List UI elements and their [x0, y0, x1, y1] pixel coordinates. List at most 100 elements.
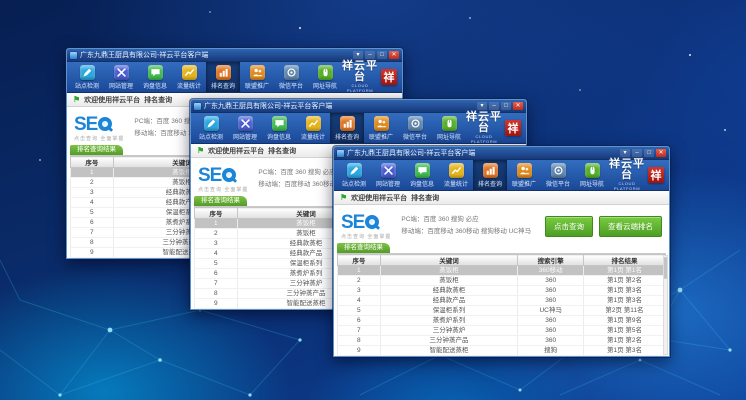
toolbar-item-site-check[interactable]: 站点检测 — [194, 113, 228, 143]
scrollbar-thumb[interactable] — [664, 257, 667, 279]
skin-button[interactable]: ▾ — [477, 102, 487, 110]
seo-logo: SE 点击查询 全面掌握 — [341, 213, 391, 240]
site-check-icon — [204, 116, 219, 131]
maximize-button[interactable]: □ — [644, 149, 654, 157]
table-row[interactable]: 8三分钟蒸产品360第1页 第2名 — [338, 336, 666, 346]
toolbar-item-site-manage[interactable]: 网站管理 — [371, 160, 405, 190]
toolbar-item-alliance-promo[interactable]: 联盟推广 — [240, 62, 274, 92]
brand-name: 祥云平台 — [342, 61, 378, 83]
toolbar-item-site-check[interactable]: 站点检测 — [337, 160, 371, 190]
cell-no: 4 — [71, 198, 114, 208]
site-manage-icon — [381, 163, 396, 178]
toolbar-item-label: 网站管理 — [376, 179, 400, 188]
maximize-button[interactable]: □ — [377, 51, 387, 59]
cell-no: 9 — [195, 299, 238, 309]
toolbar-item-label: 排名查询 — [478, 179, 502, 188]
toolbar-item-label: 联盟推广 — [512, 179, 536, 188]
cell-keyword: 保温柜系列 — [380, 306, 518, 316]
toolbar-item-traffic-stats[interactable]: 流量统计 — [439, 160, 473, 190]
toolbar-item-site-check[interactable]: 站点检测 — [70, 62, 104, 92]
minimize-button[interactable]: – — [632, 149, 642, 157]
breadcrumb-page: 排名查询 — [144, 95, 172, 105]
toolbar-item-label: 流量统计 — [177, 81, 201, 90]
brand-subtitle: CLOUD PLATFORM — [342, 83, 378, 93]
toolbar-item-traffic-stats[interactable]: 流量统计 — [296, 113, 330, 143]
seo-tagline: 点击查询 全面掌握 — [198, 186, 248, 193]
table-row[interactable]: 2蒸饭柜360第1页 第2名 — [338, 276, 666, 286]
breadcrumb-welcome: 欢迎使用祥云平台 — [351, 193, 407, 203]
toolbar-item-inquiry-info[interactable]: 询盘信息 — [262, 113, 296, 143]
toolbar-item-site-nav[interactable]: 网址导航 — [308, 62, 342, 92]
query-button[interactable]: 点击查询 — [545, 216, 593, 237]
close-button[interactable]: ✕ — [656, 149, 666, 157]
cell-keyword: 智能配送蒸柜 — [380, 346, 518, 356]
toolbar-items: 站点检测网站管理 询盘信息流量统计排名查询 联盟推广 微信平台网址导航 — [337, 160, 609, 190]
toolbar-item-wechat-platform[interactable]: 微信平台 — [541, 160, 575, 190]
cell-no: 6 — [71, 218, 114, 228]
close-button[interactable]: ✕ — [389, 51, 399, 59]
table-row[interactable]: 3经典款蒸柜360第1页 第3名 — [338, 286, 666, 296]
toolbar-item-site-manage[interactable]: 网站管理 — [104, 62, 138, 92]
toolbar-items: 站点检测网站管理询盘信息流量统计排名查询联盟推广微信平台网址导航 — [194, 113, 466, 143]
col-serial: 序号 — [338, 255, 381, 266]
desktop: { "app": { "title": "广东九鼎王厨具有限公司-祥云平台客户端… — [0, 0, 746, 400]
results-tabstrip: 排名查询结果 — [337, 244, 666, 254]
brand-seal-icon: 祥 — [381, 69, 397, 85]
cloud-rank-button[interactable]: 查看云端排名 — [599, 216, 662, 237]
seo-panel: SE 点击查询 全面掌握 PC端：百度 360 搜狗 必应 移动端：百度移动 3… — [337, 205, 666, 244]
table-row[interactable]: 10智能配送蒸柜360第1页 第3名 — [338, 356, 666, 357]
tab-ranking-results[interactable]: 排名查询结果 — [194, 196, 247, 206]
toolbar-item-label: 微信平台 — [546, 179, 570, 188]
cell-no: 7 — [71, 228, 114, 238]
toolbar-item-wechat-platform[interactable]: 微信平台 — [274, 62, 308, 92]
close-button[interactable]: ✕ — [513, 102, 523, 110]
brand-seal-icon: 祥 — [648, 167, 664, 183]
skin-button[interactable]: ▾ — [620, 149, 630, 157]
toolbar-item-label: 站点检测 — [75, 81, 99, 90]
table-row[interactable]: 1蒸饭柜360移动第1页 第1名 — [338, 266, 666, 276]
toolbar-item-ranking-query[interactable]: 排名查询 — [206, 62, 240, 92]
toolbar-item-site-nav[interactable]: 网址导航 — [575, 160, 609, 190]
toolbar-item-inquiry-info[interactable]: 询盘信息 — [138, 62, 172, 92]
toolbar-item-ranking-query[interactable]: 排名查询 — [330, 113, 364, 143]
app-icon — [194, 103, 201, 110]
breadcrumb-welcome: 欢迎使用祥云平台 — [208, 146, 264, 156]
table-row[interactable]: 5保温柜系列UC神马第2页 第11名 — [338, 306, 666, 316]
table-scrollbar[interactable] — [663, 255, 668, 355]
toolbar-item-ranking-query[interactable]: 排名查询 — [473, 160, 507, 190]
cell-engine: 360 — [518, 356, 584, 357]
minimize-button[interactable]: – — [365, 51, 375, 59]
table-row[interactable]: 4经典款产品360第1页 第3名 — [338, 296, 666, 306]
toolbar-item-traffic-stats[interactable]: 流量统计 — [172, 62, 206, 92]
toolbar-item-wechat-platform[interactable]: 微信平台 — [398, 113, 432, 143]
cell-no: 2 — [195, 229, 238, 239]
magnifier-icon — [222, 168, 236, 182]
cell-no: 5 — [71, 208, 114, 218]
toolbar-item-site-nav[interactable]: 网址导航 — [432, 113, 466, 143]
cell-rank: 第1页 第9名 — [583, 316, 665, 326]
toolbar-item-alliance-promo[interactable]: 联盟推广 — [507, 160, 541, 190]
toolbar-item-alliance-promo[interactable]: 联盟推广 — [364, 113, 398, 143]
breadcrumb-page: 排名查询 — [268, 146, 296, 156]
toolbar-item-label: 询盘信息 — [410, 179, 434, 188]
cell-engine: 360 — [518, 326, 584, 336]
window-title: 广东九鼎王厨具有限公司-祥云平台客户端 — [80, 50, 350, 60]
tab-ranking-results[interactable]: 排名查询结果 — [70, 145, 123, 155]
cell-keyword: 蒸煮炉系列 — [380, 316, 518, 326]
breadcrumb-welcome: 欢迎使用祥云平台 — [84, 95, 140, 105]
pc-engines: PC端：百度 360 搜狗 必应 — [401, 214, 531, 226]
skin-button[interactable]: ▾ — [353, 51, 363, 59]
inquiry-info-icon — [272, 116, 287, 131]
tab-ranking-results[interactable]: 排名查询结果 — [337, 243, 390, 253]
toolbar-item-inquiry-info[interactable]: 询盘信息 — [405, 160, 439, 190]
brand-logo: 祥云平台 CLOUD PLATFORM 祥 — [342, 62, 399, 92]
cell-rank: 第1页 第3名 — [583, 356, 665, 357]
maximize-button[interactable]: □ — [501, 102, 511, 110]
cell-engine: UC神马 — [518, 306, 584, 316]
table-row[interactable]: 7三分钟蒸炉360第1页 第5名 — [338, 326, 666, 336]
table-row[interactable]: 6蒸煮炉系列360第1页 第9名 — [338, 316, 666, 326]
minimize-button[interactable]: – — [489, 102, 499, 110]
table-row[interactable]: 9智能配送蒸柜搜狗第1页 第3名 — [338, 346, 666, 356]
window-title: 广东九鼎王厨具有限公司-祥云平台客户端 — [204, 101, 474, 111]
toolbar-item-site-manage[interactable]: 网站管理 — [228, 113, 262, 143]
